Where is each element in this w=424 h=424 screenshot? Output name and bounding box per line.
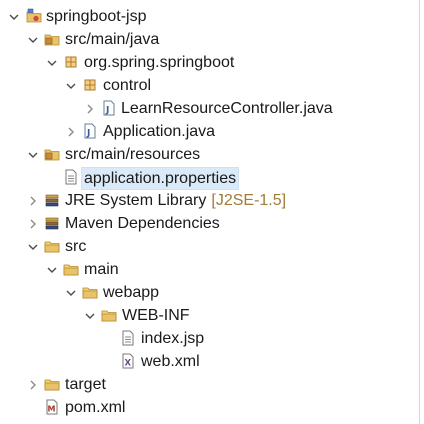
chevron-right-icon[interactable] bbox=[27, 189, 39, 212]
chevron-down-icon[interactable] bbox=[8, 5, 20, 28]
tree-item-label: org.spring.springboot bbox=[84, 54, 235, 71]
svg-text:J: J bbox=[105, 106, 109, 116]
library-icon bbox=[44, 192, 60, 208]
tree-item-label: main bbox=[84, 261, 119, 278]
tree-item-label: src/main/resources bbox=[65, 146, 201, 163]
jsp-file-icon bbox=[120, 330, 136, 346]
properties-file-icon bbox=[63, 169, 79, 185]
chevron-right-icon[interactable] bbox=[65, 120, 77, 143]
tree-item-label: src bbox=[65, 238, 87, 255]
panel-border bbox=[419, 0, 424, 424]
source-folder-icon bbox=[44, 146, 60, 162]
tree-item-label: LearnResourceController.java bbox=[121, 100, 333, 117]
xml-file-icon: X bbox=[120, 353, 136, 369]
library-name: JRE System Library bbox=[65, 192, 207, 209]
tree-item-label: src/main/java bbox=[65, 31, 160, 48]
svg-text:M: M bbox=[48, 405, 56, 414]
svg-text:J: J bbox=[86, 129, 90, 139]
tree-item-label: web.xml bbox=[141, 353, 200, 370]
tree-item-label: Maven Dependencies bbox=[65, 215, 220, 232]
project-explorer-tree: springboot-jsp src/main/java org.spring.… bbox=[0, 0, 418, 424]
tree-item-label: Application.java bbox=[103, 123, 216, 140]
package-icon bbox=[63, 54, 79, 70]
tree-item-label: JRE System Library [J2SE-1.5] bbox=[63, 189, 288, 212]
java-file-icon: J bbox=[82, 123, 98, 139]
chevron-right-icon[interactable] bbox=[27, 373, 39, 396]
chevron-down-icon[interactable] bbox=[84, 304, 96, 327]
tree-item-label: pom.xml bbox=[65, 399, 126, 416]
chevron-right-icon[interactable] bbox=[27, 212, 39, 235]
folder-icon bbox=[63, 261, 79, 277]
tree-item-label: WEB-INF bbox=[122, 307, 190, 324]
chevron-down-icon[interactable] bbox=[46, 258, 58, 281]
project-icon bbox=[26, 8, 42, 24]
tree-item-label: target bbox=[65, 376, 106, 393]
folder-icon bbox=[82, 284, 98, 300]
chevron-down-icon[interactable] bbox=[65, 74, 77, 97]
folder-icon bbox=[101, 307, 117, 323]
library-icon bbox=[44, 215, 60, 231]
java-file-icon: J bbox=[101, 100, 117, 116]
chevron-down-icon[interactable] bbox=[27, 28, 39, 51]
chevron-down-icon[interactable] bbox=[27, 235, 39, 258]
chevron-down-icon[interactable] bbox=[65, 281, 77, 304]
source-folder-icon bbox=[44, 31, 60, 47]
tree-item-label: control bbox=[103, 77, 152, 94]
chevron-right-icon[interactable] bbox=[84, 97, 96, 120]
tree-item-label: springboot-jsp bbox=[46, 8, 147, 25]
svg-text:X: X bbox=[125, 359, 132, 369]
tree-item-label: application.properties bbox=[81, 167, 240, 190]
tree-item-label: index.jsp bbox=[141, 330, 205, 347]
chevron-down-icon[interactable] bbox=[27, 143, 39, 166]
library-decoration: [J2SE-1.5] bbox=[211, 192, 287, 209]
folder-icon bbox=[44, 238, 60, 254]
maven-pom-icon: M bbox=[44, 399, 60, 415]
folder-icon bbox=[44, 376, 60, 392]
tree-item-label: webapp bbox=[103, 284, 160, 301]
chevron-down-icon[interactable] bbox=[46, 51, 58, 74]
package-icon bbox=[82, 77, 98, 93]
